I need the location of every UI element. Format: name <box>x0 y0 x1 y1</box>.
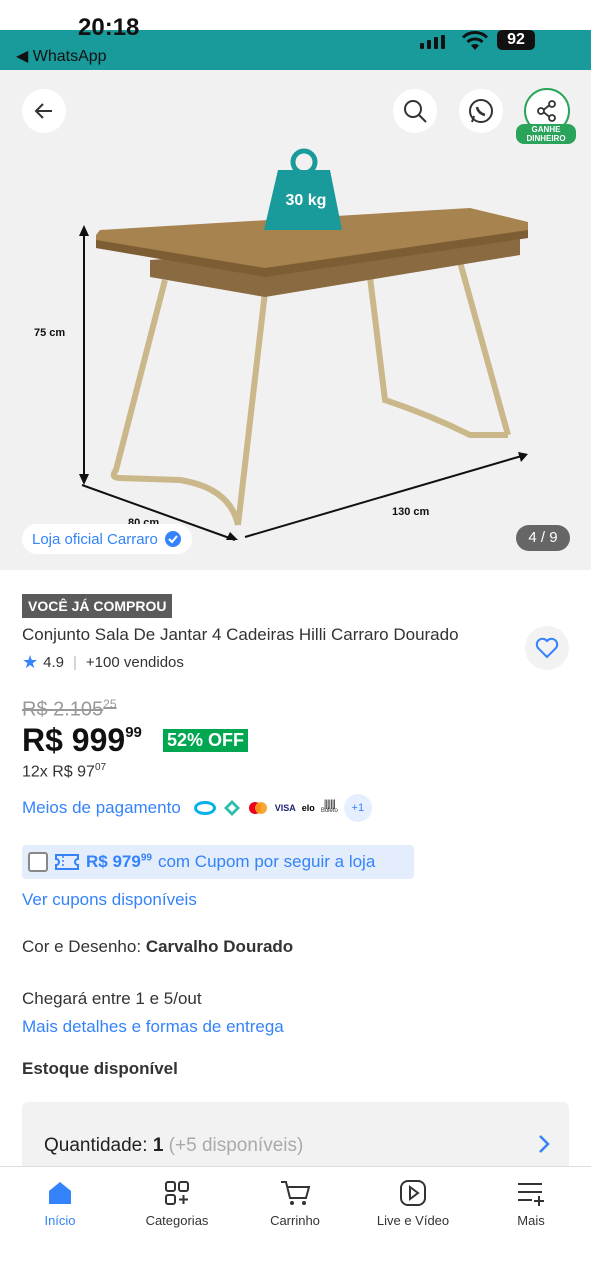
search-icon <box>404 100 427 123</box>
nav-cart-label: Carrinho <box>270 1213 320 1228</box>
star-icon: ★ <box>22 652 39 672</box>
back-button[interactable] <box>22 89 66 133</box>
image-counter: 4 / 9 <box>516 525 570 551</box>
already-bought-badge: VOCÊ JÁ COMPROU <box>22 594 173 618</box>
sold-count: +100 vendidos <box>85 654 184 671</box>
coupon-checkbox[interactable] <box>28 852 48 872</box>
ticket-icon <box>55 854 79 870</box>
installments: 12x R$ 9707 <box>22 762 107 781</box>
categories-icon <box>165 1181 189 1205</box>
nav-categories[interactable]: Categorias <box>122 1179 232 1228</box>
boleto-icon: ||||||| Boleto <box>320 799 338 815</box>
divider: | <box>73 654 77 671</box>
clock: 20:18 <box>78 14 140 41</box>
arrival-estimate: Chegará entre 1 e 5/out <box>22 989 202 1008</box>
color-info[interactable]: Cor e Desenho: Carvalho Dourado <box>22 937 293 957</box>
coupon-price: R$ 97999 <box>86 852 152 871</box>
status-bar: 20:18 ◀ WhatsApp 92 <box>0 0 591 70</box>
weight-label: 30 kg <box>286 192 327 209</box>
current-price: R$ 99999 <box>22 722 142 758</box>
see-coupons-link[interactable]: Ver cupons disponíveis <box>22 890 197 910</box>
official-store-pill[interactable]: Loja oficial Carraro <box>22 524 192 554</box>
mercadopago-icon <box>193 801 216 815</box>
back-to-whatsapp-link[interactable]: ◀ WhatsApp <box>16 46 107 66</box>
share-icon <box>537 100 556 122</box>
coupon-text: com Cupom por seguir a loja <box>157 852 376 871</box>
mastercard-icon <box>248 802 267 814</box>
nav-live-video-label: Live e Vídeo <box>376 1213 450 1228</box>
elo-icon: elo <box>301 803 315 813</box>
home-icon <box>49 1182 71 1204</box>
bottom-navigation: Início Categorias Carrinho Live e Vídeo … <box>0 1166 591 1280</box>
whatsapp-share-button[interactable] <box>459 89 503 133</box>
heart-icon <box>535 637 559 659</box>
more-menu-icon <box>518 1183 544 1206</box>
quantity-selector[interactable]: Quantidade: 1 (+5 disponíveis) <box>22 1102 569 1172</box>
earn-money-caption: GANHE DINHEIRO <box>516 124 576 144</box>
quantity-text: Quantidade: 1 (+5 disponíveis) <box>44 1135 304 1156</box>
arrow-left-icon <box>34 103 52 119</box>
nav-live-video[interactable]: Live e Vídeo <box>358 1179 468 1228</box>
nav-cart[interactable]: Carrinho <box>240 1179 350 1228</box>
delivery-details-link[interactable]: Mais detalhes e formas de entrega <box>22 1017 284 1037</box>
search-button[interactable] <box>393 89 437 133</box>
signal-icon <box>420 35 445 49</box>
whatsapp-icon <box>469 99 493 123</box>
product-image: 30 kg 75 cm 130 cm 80 cm <box>34 148 528 541</box>
battery-indicator: 92 <box>497 30 535 50</box>
discount-badge: 52% OFF <box>163 729 249 752</box>
pix-icon <box>223 800 240 816</box>
stock-status: Estoque disponível <box>22 1059 178 1078</box>
verified-icon <box>164 531 181 547</box>
favorite-button[interactable] <box>525 626 569 670</box>
cart-icon <box>281 1181 311 1205</box>
nav-categories-label: Categorias <box>145 1213 209 1228</box>
coupon-banner[interactable]: R$ 97999 com Cupom por seguir a loja <box>22 845 414 879</box>
visa-icon: VISA <box>274 803 296 813</box>
nav-more-label: Mais <box>517 1213 545 1228</box>
rating-row[interactable]: ★ 4.9 | +100 vendidos <box>22 652 184 673</box>
more-payments-badge[interactable]: +1 <box>343 794 372 822</box>
nav-home[interactable]: Início <box>5 1179 115 1228</box>
payment-methods-row[interactable]: Meios de pagamento VISA elo ||||||| Bolet… <box>22 794 372 822</box>
height-label: 75 cm <box>34 327 65 339</box>
nav-home-label: Início <box>44 1213 76 1228</box>
product-image-carousel[interactable]: 30 kg 75 cm 130 cm 80 cm <box>0 70 591 570</box>
wifi-icon <box>461 31 489 50</box>
old-price: R$ 2.10525 <box>22 697 117 721</box>
play-icon <box>400 1180 426 1206</box>
official-store-label: Loja oficial Carraro <box>32 530 158 548</box>
chevron-right-icon <box>539 1135 550 1153</box>
payment-methods-link[interactable]: Meios de pagamento <box>22 798 181 818</box>
width-label: 130 cm <box>392 506 430 518</box>
rating-value: 4.9 <box>43 654 64 671</box>
payment-icons: VISA elo ||||||| Boleto +1 <box>193 794 372 822</box>
nav-more[interactable]: Mais <box>476 1179 586 1228</box>
product-title: Conjunto Sala De Jantar 4 Cadeiras Hilli… <box>22 625 459 644</box>
